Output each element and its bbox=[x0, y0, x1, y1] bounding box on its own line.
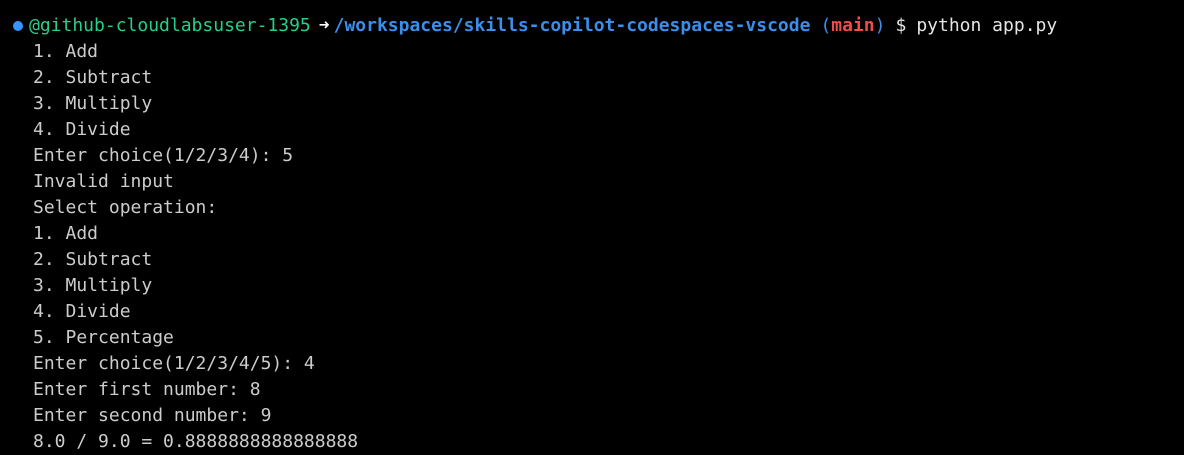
branch-close-paren: ) bbox=[874, 15, 886, 36]
output-line: Enter choice(1/2/3/4/5): 4 bbox=[33, 353, 315, 374]
terminal-panel[interactable]: @github-cloudlabsuser-1395 ➜ /workspaces… bbox=[0, 0, 1184, 455]
prompt-user: @github-cloudlabsuser-1395 bbox=[29, 15, 311, 36]
command-status-icon[interactable] bbox=[13, 21, 23, 31]
branch-open-paren: ( bbox=[820, 15, 832, 36]
git-branch: main bbox=[831, 15, 875, 36]
output-line: Enter choice(1/2/3/4): 5 bbox=[33, 145, 294, 166]
output-line: 2. Subtract bbox=[33, 67, 153, 88]
output-line: 1. Add bbox=[33, 223, 99, 244]
output-line: Select operation: bbox=[33, 197, 218, 218]
prompt-arrow-icon: ➜ bbox=[318, 15, 330, 36]
output-line: 3. Multiply bbox=[33, 275, 153, 296]
output-line: 8.0 / 9.0 = 0.8888888888888888 bbox=[33, 431, 359, 452]
output-line: 2. Subtract bbox=[33, 249, 153, 270]
prompt-path[interactable]: /workspaces/skills-copilot-codespaces-vs… bbox=[334, 13, 811, 39]
output-line: 1. Add bbox=[33, 41, 99, 62]
output-line: Enter first number: 8 bbox=[33, 379, 261, 400]
output-line: Invalid input bbox=[33, 171, 174, 192]
prompt-line: @github-cloudlabsuser-1395 ➜ /workspaces… bbox=[13, 13, 1057, 39]
command-text: python app.py bbox=[916, 15, 1058, 36]
output-line: Enter second number: 9 bbox=[33, 405, 272, 426]
prompt-dollar: $ bbox=[895, 15, 907, 36]
output-line: 4. Divide bbox=[33, 119, 131, 140]
output-line: 5. Percentage bbox=[33, 327, 174, 348]
output-line: 3. Multiply bbox=[33, 93, 153, 114]
output-line: 4. Divide bbox=[33, 301, 131, 322]
